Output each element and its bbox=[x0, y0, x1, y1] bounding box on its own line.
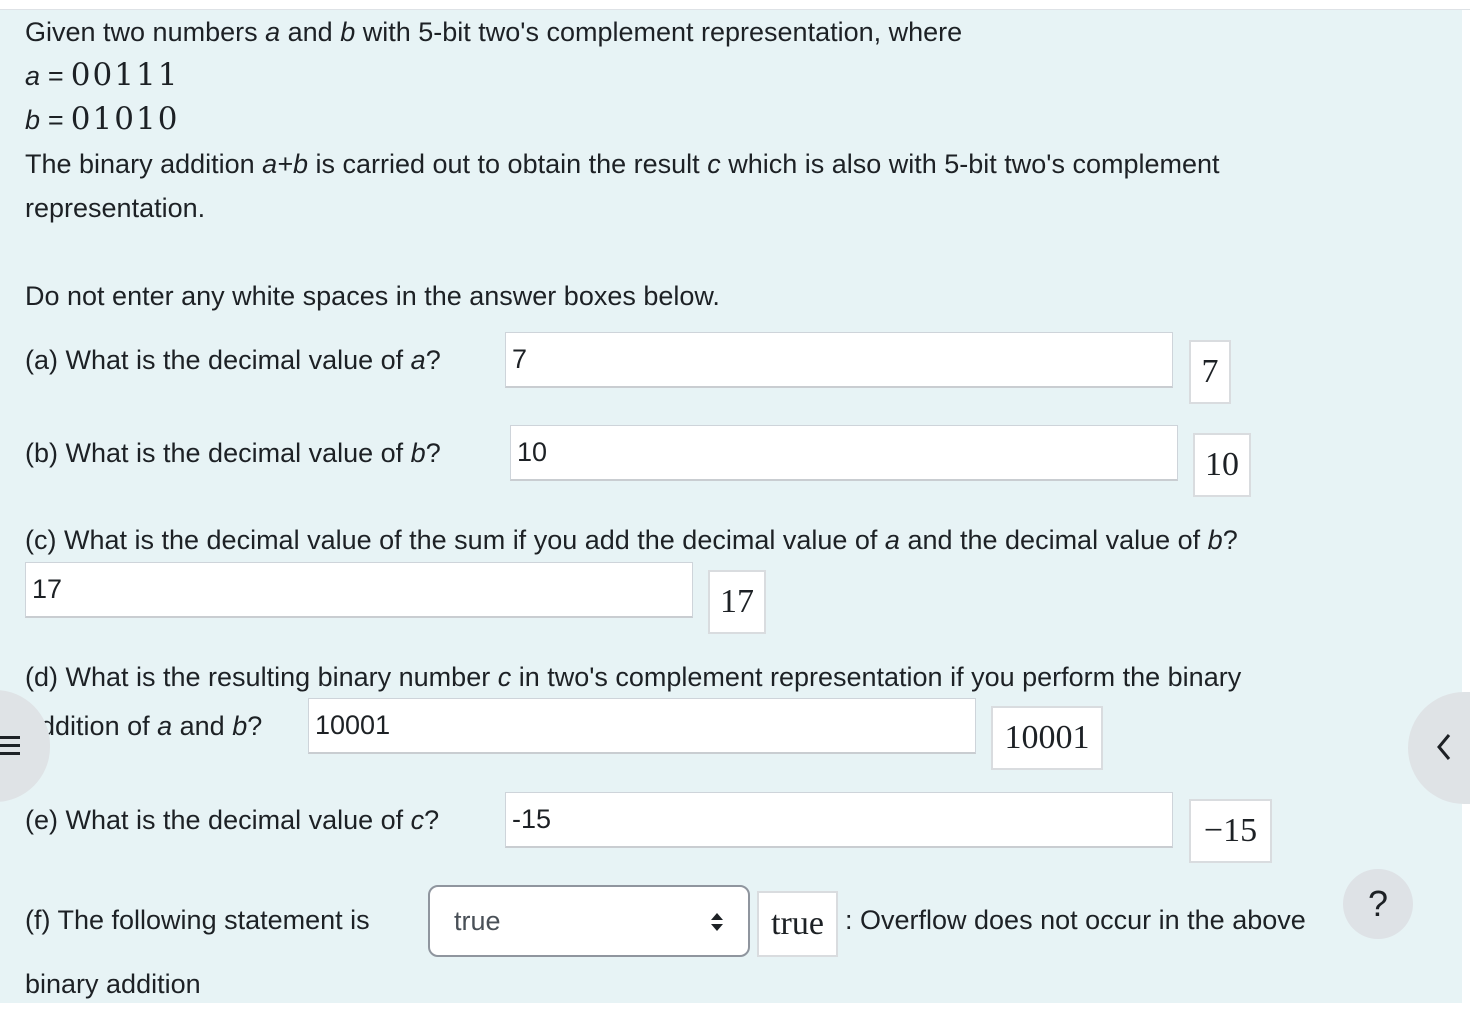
a-bits: 00111 bbox=[70, 57, 180, 93]
question-text: ? bbox=[424, 805, 440, 835]
question-text: (b) What is the decimal value of bbox=[25, 438, 411, 468]
answer-e-input[interactable] bbox=[505, 792, 1173, 848]
question-text: ? bbox=[425, 345, 441, 375]
answer-f-select[interactable]: true bbox=[428, 885, 750, 957]
select-arrows-icon bbox=[711, 913, 723, 931]
question-text: (e) What is the decimal value of bbox=[25, 805, 411, 835]
answer-b-input[interactable] bbox=[510, 425, 1178, 481]
question-f-statement: : Overflow does not occur in the above bbox=[845, 905, 1306, 935]
var-c: c bbox=[497, 662, 512, 692]
top-border bbox=[0, 0, 1470, 10]
question-b-label: (b) What is the decimal value of b? bbox=[25, 436, 441, 470]
question-d-line-1: (d) What is the resulting binary number … bbox=[25, 660, 1241, 694]
question-text: in two's complement representation if yo… bbox=[511, 662, 1242, 692]
var-b: b bbox=[410, 438, 426, 468]
intro-text: is carried out to obtain the result bbox=[307, 149, 708, 179]
question-text: ? bbox=[425, 438, 441, 468]
intro-text: The binary addition bbox=[25, 149, 263, 179]
chevron-left-icon bbox=[1437, 734, 1451, 760]
expr-a-plus-b: a+b bbox=[262, 149, 308, 179]
page-bottom bbox=[0, 1003, 1470, 1022]
help-label: ? bbox=[1367, 883, 1389, 924]
b-eq-label: b = bbox=[25, 105, 71, 135]
var-a: a bbox=[157, 711, 173, 741]
answer-e-preview: −15 bbox=[1189, 799, 1272, 863]
answer-b-preview: 10 bbox=[1193, 433, 1251, 497]
a-definition: a = 00111 bbox=[25, 58, 179, 93]
var-a: a bbox=[884, 525, 900, 555]
var-b: b bbox=[340, 17, 356, 47]
question-text: (a) What is the decimal value of bbox=[25, 345, 411, 375]
intro-text: which is also with 5-bit two's complemen… bbox=[720, 149, 1220, 179]
question-f-statement-continued: binary addition bbox=[25, 969, 201, 999]
intro-text: Given two numbers bbox=[25, 17, 266, 47]
question-c-label: (c) What is the decimal value of the sum… bbox=[25, 523, 1238, 557]
b-definition: b = 01010 bbox=[25, 102, 179, 137]
a-eq-label: a = bbox=[25, 61, 71, 91]
question-text: and bbox=[172, 711, 233, 741]
intro-text: and bbox=[280, 17, 341, 47]
answer-a-preview: 7 bbox=[1189, 340, 1231, 404]
question-text: (c) What is the decimal value of the sum… bbox=[25, 525, 885, 555]
var-c: c bbox=[410, 805, 425, 835]
question-panel: Given two numbers a and b with 5-bit two… bbox=[0, 10, 1462, 1003]
question-text: ? bbox=[247, 711, 263, 741]
question-text: (d) What is the resulting binary number bbox=[25, 662, 498, 692]
instruction-text: Do not enter any white spaces in the ans… bbox=[25, 281, 720, 311]
var-a: a bbox=[265, 17, 281, 47]
answer-d-input[interactable] bbox=[308, 698, 976, 754]
var-b: b bbox=[1207, 525, 1223, 555]
answer-c-input[interactable] bbox=[25, 562, 693, 618]
question-text: ? bbox=[1222, 525, 1238, 555]
hamburger-menu-icon bbox=[0, 736, 20, 755]
intro-line-4: The binary addition a+b is carried out t… bbox=[25, 147, 1220, 181]
answer-d-preview: 10001 bbox=[991, 706, 1103, 770]
var-c: c bbox=[707, 149, 721, 179]
intro-text: with 5-bit two's complement representati… bbox=[355, 17, 963, 47]
question-f-label: (f) The following statement is bbox=[25, 905, 370, 935]
question-e-label: (e) What is the decimal value of c? bbox=[25, 803, 439, 837]
question-text: and the decimal value of bbox=[899, 525, 1208, 555]
answer-c-preview: 17 bbox=[708, 570, 766, 634]
answer-a-input[interactable] bbox=[505, 332, 1173, 388]
answer-f-preview: true bbox=[757, 891, 838, 957]
question-a-label: (a) What is the decimal value of a? bbox=[25, 343, 441, 377]
b-bits: 01010 bbox=[70, 101, 180, 137]
var-a: a bbox=[410, 345, 426, 375]
answer-f-selected-value: true bbox=[454, 905, 501, 936]
help-button[interactable]: ? bbox=[1343, 869, 1413, 939]
intro-line-1: Given two numbers a and b with 5-bit two… bbox=[25, 15, 962, 49]
question-d-line-2: addition of a and b? bbox=[25, 709, 262, 743]
var-b: b bbox=[232, 711, 248, 741]
intro-line-5: representation. bbox=[25, 193, 206, 223]
